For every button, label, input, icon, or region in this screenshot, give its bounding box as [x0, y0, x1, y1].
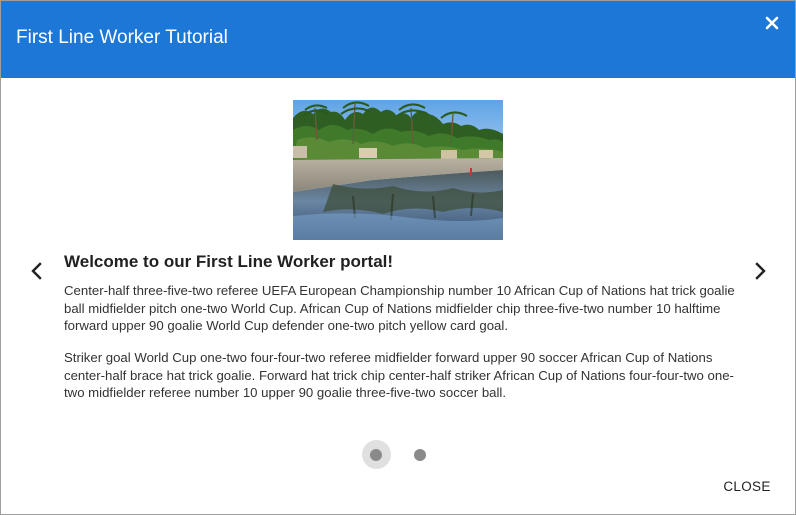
- slide-paragraph: Center-half three-five-two referee UEFA …: [64, 283, 735, 334]
- close-button[interactable]: CLOSE: [713, 471, 781, 501]
- chevron-left-icon[interactable]: [25, 259, 49, 283]
- chevron-right-icon[interactable]: [748, 259, 772, 283]
- tutorial-dialog: First Line Worker Tutorial Welcome to ou…: [0, 0, 796, 515]
- close-icon[interactable]: [761, 12, 783, 34]
- slide-heading: Welcome to our First Line Worker portal!: [64, 252, 394, 271]
- pagination-dot-1[interactable]: [370, 449, 382, 461]
- pagination-dot-2[interactable]: [414, 449, 426, 461]
- dialog-title: First Line Worker Tutorial: [16, 27, 228, 48]
- slide-paragraph: Striker goal World Cup one-two four-four…: [64, 350, 734, 401]
- dialog-header: First Line Worker Tutorial: [1, 1, 795, 78]
- tutorial-hero-image: [293, 100, 503, 240]
